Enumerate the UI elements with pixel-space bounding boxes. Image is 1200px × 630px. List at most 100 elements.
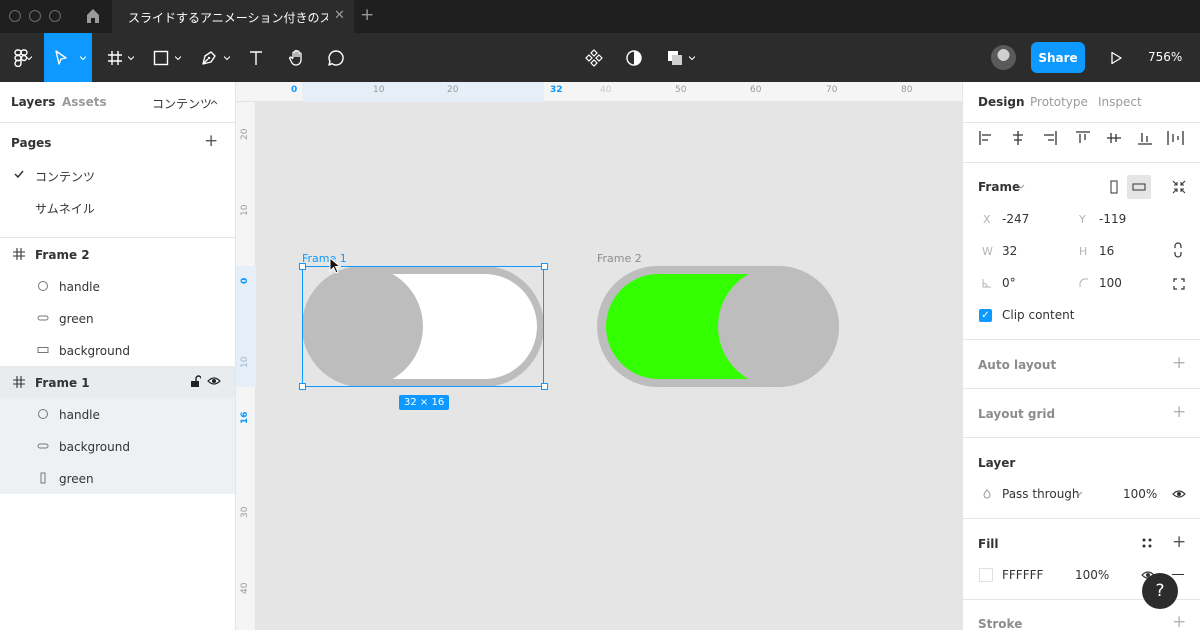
layer-item-frame-1[interactable]: Frame 1 (0, 366, 235, 398)
alignment-toolbar[interactable] (978, 130, 1188, 146)
ruler-tick: 16 (240, 411, 250, 424)
user-avatar[interactable] (991, 45, 1016, 70)
toggle-switch-on[interactable] (597, 266, 839, 387)
components-button[interactable] (582, 33, 606, 82)
clip-content-checkbox[interactable]: ✓ (979, 309, 992, 322)
main-menu-button[interactable] (0, 33, 42, 82)
fill-hex-field[interactable]: FFFFFF (1002, 568, 1043, 582)
divider (0, 122, 235, 123)
minimize-window-button[interactable] (29, 10, 41, 22)
layer-opacity-field[interactable]: 100% (1123, 487, 1157, 501)
layer-item-background[interactable]: background (0, 430, 235, 462)
layer-section-title: Layer (978, 456, 1016, 470)
tab-prototype[interactable]: Prototype (1030, 95, 1088, 109)
y-label: Y (1079, 213, 1086, 226)
close-tab-icon[interactable]: ✕ (334, 8, 345, 23)
maximize-window-button[interactable] (49, 10, 61, 22)
tab-assets[interactable]: Assets (62, 95, 107, 109)
resize-handle-top-left[interactable] (299, 263, 306, 270)
hand-tool-button[interactable] (280, 33, 314, 82)
rectangle-icon (37, 347, 49, 353)
fill-opacity-field[interactable]: 100% (1075, 568, 1109, 582)
chevron-up-icon[interactable] (210, 99, 218, 105)
blend-mode-select[interactable]: Pass through (1002, 487, 1080, 501)
landscape-button[interactable] (1127, 175, 1151, 199)
x-field[interactable]: -247 (1002, 212, 1029, 226)
zoom-level[interactable]: 756% (1148, 50, 1182, 64)
y-field[interactable]: -119 (1099, 212, 1126, 226)
independent-corners-icon[interactable] (1173, 278, 1185, 290)
text-icon (250, 50, 262, 65)
contrast-icon (626, 49, 642, 66)
tab-layers[interactable]: Layers (11, 95, 55, 109)
chevron-down-icon[interactable] (1017, 184, 1025, 190)
close-window-button[interactable] (9, 10, 21, 22)
add-page-button[interactable]: + (204, 133, 218, 150)
resize-handle-top-right[interactable] (541, 263, 548, 270)
present-button[interactable] (1104, 33, 1128, 82)
document-tab[interactable]: スライドするアニメーション付きのス... ✕ (112, 0, 354, 33)
component-icon (585, 48, 603, 67)
boolean-groups-button[interactable] (660, 33, 700, 82)
layer-item-frame-2[interactable]: Frame 2 (0, 238, 235, 270)
layer-label: Frame 1 (35, 376, 90, 390)
home-icon[interactable] (86, 8, 100, 24)
height-field[interactable]: 16 (1099, 244, 1114, 258)
layer-item-background[interactable]: background (0, 334, 235, 366)
frame-section-title[interactable]: Frame (978, 180, 1020, 194)
eye-icon[interactable] (1172, 489, 1186, 499)
resize-to-fit-icon[interactable] (1172, 180, 1186, 194)
shape-tool-button[interactable] (146, 33, 186, 82)
resize-handle-bottom-left[interactable] (299, 383, 306, 390)
play-icon (1111, 51, 1122, 64)
document-tab-title: スライドするアニメーション付きのス... (128, 11, 328, 25)
fill-color-swatch[interactable] (979, 568, 993, 582)
remove-fill-button[interactable] (1172, 574, 1184, 576)
layer-label: green (59, 312, 94, 326)
unlock-icon[interactable] (190, 375, 201, 388)
mask-button[interactable] (622, 33, 646, 82)
width-field[interactable]: 32 (1002, 244, 1017, 258)
layer-item-green[interactable]: green (0, 462, 235, 494)
add-stroke-button[interactable]: + (1172, 614, 1186, 630)
resize-handle-bottom-right[interactable] (541, 383, 548, 390)
page-selector[interactable]: コンテンツ (152, 95, 212, 112)
layer-item-handle[interactable]: handle (0, 270, 235, 302)
layer-label: background (59, 440, 130, 454)
page-item-thumbnail[interactable]: サムネイル (0, 190, 235, 222)
layer-label: handle (59, 280, 100, 294)
layer-item-handle[interactable]: handle (0, 398, 235, 430)
add-fill-button[interactable]: + (1172, 534, 1186, 551)
tab-inspect[interactable]: Inspect (1098, 95, 1142, 109)
ruler-tick: 50 (675, 85, 687, 95)
ellipse-icon (38, 281, 48, 291)
layer-item-green[interactable]: green (0, 302, 235, 334)
move-tool-button[interactable] (44, 33, 92, 82)
tab-design[interactable]: Design (978, 95, 1025, 109)
comment-tool-button[interactable] (320, 33, 352, 82)
eye-icon[interactable] (207, 376, 221, 386)
share-button[interactable]: Share (1031, 42, 1085, 73)
frame-tool-button[interactable] (100, 33, 140, 82)
frame-2-label[interactable]: Frame 2 (597, 252, 642, 265)
styles-icon[interactable] (1141, 537, 1153, 549)
new-tab-button[interactable]: + (360, 5, 374, 25)
add-auto-layout-button[interactable]: + (1172, 355, 1186, 372)
portrait-icon[interactable] (1109, 180, 1119, 194)
text-tool-button[interactable] (240, 33, 272, 82)
page-item-contents[interactable]: コンテンツ (0, 158, 235, 190)
chevron-down-icon[interactable] (1075, 491, 1083, 497)
cursor-arrow-icon (55, 49, 67, 65)
pen-tool-button[interactable] (193, 33, 235, 82)
ruler-tick: 0 (291, 85, 298, 95)
constrain-proportions-icon[interactable] (1173, 242, 1183, 258)
ruler-tick: 20 (447, 85, 459, 95)
chevron-down-icon (80, 56, 86, 61)
chevron-down-icon (689, 56, 695, 61)
rotation-field[interactable]: 0° (1002, 276, 1016, 290)
help-button[interactable]: ? (1142, 573, 1178, 609)
canvas[interactable]: 0 10 20 32 40 50 60 70 80 20 10 0 10 16 … (236, 82, 962, 630)
corner-radius-field[interactable]: 100 (1099, 276, 1122, 290)
add-layout-grid-button[interactable]: + (1172, 404, 1186, 421)
page-item-label: コンテンツ (35, 170, 96, 184)
